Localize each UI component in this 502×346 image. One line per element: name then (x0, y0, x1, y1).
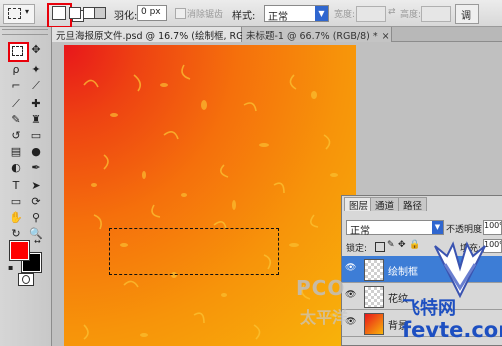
feather-input[interactable]: 0 px (137, 5, 167, 21)
shape-tool-icon[interactable]: ▭ (8, 195, 24, 209)
rectangular-selection[interactable] (109, 228, 279, 275)
antialias-label: 消除锯齿 (187, 10, 224, 20)
lock-position-icon[interactable]: ✥ (398, 240, 406, 250)
move-tool-icon[interactable]: ✥ (28, 43, 44, 57)
document-canvas[interactable] (64, 45, 356, 346)
3d-rotate-tool-icon[interactable]: ⟳ (28, 195, 44, 209)
style-label: 样式: (232, 11, 256, 22)
lock-all-icon[interactable]: 🔒 (409, 240, 420, 250)
layer-name: 绘制框 (388, 267, 418, 278)
healing-brush-tool-icon[interactable]: ✚ (28, 97, 44, 111)
brush-tool-icon[interactable]: ✎ (8, 113, 24, 127)
path-selection-tool-icon[interactable]: ➤ (28, 179, 44, 193)
close-icon[interactable]: × (382, 31, 390, 42)
style-value: 正常 (268, 12, 288, 23)
antialias-checkbox[interactable] (175, 8, 186, 19)
tab-layers[interactable]: 图层 (344, 197, 374, 212)
feather-label: 羽化: (114, 11, 138, 22)
site-url-watermark: fevte.com (402, 318, 502, 342)
swap-colors-icon[interactable]: ↔ (34, 237, 41, 246)
crop-tool-icon[interactable]: ⌐ (8, 79, 24, 93)
options-bar: ▾ 羽化: 0 px 消除锯齿 样式: 正常 ▼ 宽度: ⇄ 高度: 调 (0, 0, 502, 28)
pc-sub-watermark: 太平洋 (300, 308, 349, 327)
gradient-tool-icon[interactable]: ▤ (8, 145, 24, 159)
rect-marquee-icon (12, 46, 23, 56)
eye-icon[interactable]: 👁 (345, 291, 356, 300)
swap-icon[interactable]: ⇄ (388, 7, 396, 17)
refine-edge-button[interactable]: 调 (455, 4, 479, 24)
opacity-label: 不透明度: (446, 225, 486, 235)
width-input[interactable] (356, 6, 386, 22)
width-label: 宽度: (334, 10, 356, 20)
wings-logo (434, 241, 486, 299)
type-tool-icon[interactable]: T (8, 179, 24, 193)
lock-transparency-icon[interactable] (375, 242, 385, 252)
tab-paths[interactable]: 路径 (398, 197, 428, 212)
dropdown-arrow-icon: ▼ (315, 6, 328, 21)
eyedropper-tool-icon[interactable]: ⟋ (8, 97, 24, 111)
opacity-input[interactable]: 100% (483, 220, 502, 235)
dropdown-arrow-icon: ▼ (432, 221, 443, 234)
document-tab-bar: 元旦海报原文件.psd @ 16.7% (绘制框, RGB/8) *× 未标题-… (52, 27, 502, 42)
pconline-watermark: PCO (296, 276, 346, 300)
rotate-view-tool-icon[interactable]: ↻ (8, 227, 24, 241)
magic-wand-tool-icon[interactable]: ✦ (28, 63, 44, 77)
layer-thumbnail (364, 313, 384, 335)
layer-thumbnail (364, 286, 384, 308)
add-to-selection-button[interactable] (69, 7, 81, 19)
toolbox: ✥ ρ ✦ ⌐ ⟋ ⟋ ✚ ✎ ♜ ↺ ▭ ▤ ● ◐ ✒ T ➤ ▭ ⟳ ✋ … (0, 27, 52, 346)
tab-label: 未标题-1 @ 66.7% (RGB/8) * (246, 31, 378, 42)
blend-mode-dropdown[interactable]: 正常 ▼ (346, 220, 444, 237)
intersect-selection-button[interactable] (94, 7, 106, 19)
tab-document-2[interactable]: 未标题-1 @ 66.7% (RGB/8) * × (242, 27, 392, 42)
height-label: 高度: (400, 10, 422, 20)
slice-tool-icon[interactable]: ⟋ (28, 79, 44, 93)
blur-tool-icon[interactable]: ● (28, 145, 44, 159)
confetti-pattern (83, 64, 338, 340)
toolbox-grip (2, 29, 48, 35)
site-name-watermark: 飞特网 (402, 298, 456, 319)
blend-mode-value: 正常 (350, 226, 370, 237)
tab-document-1[interactable]: 元旦海报原文件.psd @ 16.7% (绘制框, RGB/8) *× (52, 27, 283, 42)
chevron-down-icon: ▾ (25, 7, 30, 16)
lock-pixels-icon[interactable]: ✎ (387, 240, 395, 250)
quick-mask-icon[interactable] (18, 273, 34, 286)
default-colors-icon[interactable]: ▪ (8, 263, 13, 272)
lock-label: 锁定: (346, 244, 368, 254)
history-brush-tool-icon[interactable]: ↺ (8, 129, 24, 143)
clone-stamp-tool-icon[interactable]: ♜ (28, 113, 44, 127)
style-dropdown[interactable]: 正常 ▼ (264, 5, 329, 23)
hand-tool-icon[interactable]: ✋ (8, 211, 24, 225)
refine-label: 调 (461, 11, 471, 22)
tool-preset-picker[interactable]: ▾ (3, 4, 35, 24)
rect-marquee-tool[interactable] (8, 42, 29, 62)
rect-marquee-icon (8, 8, 21, 19)
tab-channels[interactable]: 通道 (370, 197, 400, 212)
dodge-tool-icon[interactable]: ◐ (8, 161, 24, 175)
eraser-tool-icon[interactable]: ▭ (28, 129, 44, 143)
foreground-color-swatch[interactable] (9, 240, 30, 261)
layer-thumbnail (364, 259, 384, 281)
tab-label: 元旦海报原文件.psd @ 16.7% (绘制框, RGB/8) * (56, 31, 271, 42)
eye-icon[interactable]: 👁 (345, 264, 356, 273)
lasso-tool-icon[interactable]: ρ (8, 63, 24, 77)
pen-tool-icon[interactable]: ✒ (28, 161, 44, 175)
height-input[interactable] (421, 6, 451, 22)
zoom-tool-icon[interactable]: ⚲ (28, 211, 44, 225)
